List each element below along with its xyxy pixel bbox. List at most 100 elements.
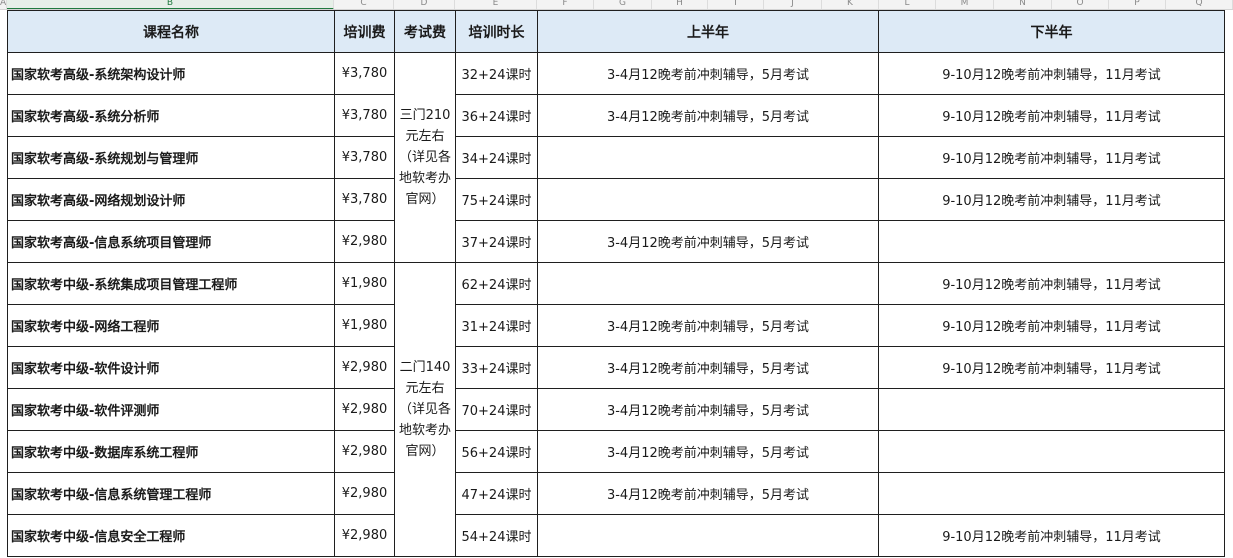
fee-cell[interactable]: ¥2,980 xyxy=(334,472,395,515)
second-half-cell[interactable] xyxy=(878,472,1225,515)
course-cell[interactable]: 国家软考高级-系统分析师 xyxy=(7,94,335,137)
hours-cell[interactable]: 34+24课时 xyxy=(455,136,538,179)
table-header-row: 课程名称 培训费 考试费 培训时长 上半年 下半年 xyxy=(7,10,1225,53)
course-cell[interactable]: 国家软考高级-系统规划与管理师 xyxy=(7,136,335,179)
column-letter-e[interactable]: E xyxy=(455,0,537,9)
table-row: 国家软考高级-系统架构设计师 ¥3,780 三门210元左右（详见各地软考办官网… xyxy=(7,52,1225,263)
second-half-cell[interactable]: 9-10月12晚考前冲刺辅导，11月考试 xyxy=(878,94,1225,137)
fee-cell[interactable]: ¥1,980 xyxy=(334,304,395,347)
table-row: 国家软考高级-系统分析师 ¥3,780 36+24课时 3-4月12晚考前冲刺辅… xyxy=(7,94,1225,137)
table-row: 国家软考高级-信息系统项目管理师 ¥2,980 37+24课时 3-4月12晚考… xyxy=(7,220,1225,263)
fee-cell[interactable]: ¥2,980 xyxy=(334,220,395,263)
first-half-cell[interactable]: 3-4月12晚考前冲刺辅导，5月考试 xyxy=(537,94,879,137)
course-cell[interactable]: 国家软考中级-信息安全工程师 xyxy=(7,514,335,557)
hours-cell[interactable]: 56+24课时 xyxy=(455,430,538,473)
fee-cell[interactable]: ¥2,980 xyxy=(334,388,395,431)
second-half-cell[interactable]: 9-10月12晚考前冲刺辅导，11月考试 xyxy=(878,178,1225,221)
table-row: 国家软考中级-信息系统管理工程师 ¥2,980 47+24课时 3-4月12晚考… xyxy=(7,472,1225,515)
column-letter-c[interactable]: C xyxy=(334,0,394,9)
course-cell[interactable]: 国家软考中级-信息系统管理工程师 xyxy=(7,472,335,515)
fee-cell[interactable]: ¥3,780 xyxy=(334,94,395,137)
column-letter-a[interactable]: A xyxy=(0,0,7,9)
course-cell[interactable]: 国家软考高级-系统架构设计师 xyxy=(7,52,335,95)
header-exam-fee[interactable]: 考试费 xyxy=(394,10,456,53)
first-half-cell[interactable]: 3-4月12晚考前冲刺辅导，5月考试 xyxy=(537,220,879,263)
column-letter-g[interactable]: G xyxy=(594,0,652,9)
second-half-cell[interactable] xyxy=(878,388,1225,431)
first-half-cell[interactable]: 3-4月12晚考前冲刺辅导，5月考试 xyxy=(537,388,879,431)
column-letter-l[interactable]: L xyxy=(879,0,936,9)
column-letter-b[interactable]: B xyxy=(7,0,334,9)
fee-cell[interactable]: ¥2,980 xyxy=(334,430,395,473)
table-row: 国家软考中级-网络工程师 ¥1,980 31+24课时 3-4月12晚考前冲刺辅… xyxy=(7,304,1225,347)
course-cell[interactable]: 国家软考高级-网络规划设计师 xyxy=(7,178,335,221)
column-letter-h[interactable]: H xyxy=(652,0,708,9)
first-half-cell[interactable] xyxy=(537,262,879,305)
column-letter-n[interactable]: N xyxy=(994,0,1052,9)
first-half-cell[interactable] xyxy=(537,136,879,179)
hours-cell[interactable]: 47+24课时 xyxy=(455,472,538,515)
course-cell[interactable]: 国家软考中级-系统集成项目管理工程师 xyxy=(7,262,335,305)
second-half-cell[interactable] xyxy=(878,220,1225,263)
fee-cell[interactable]: ¥3,780 xyxy=(334,52,395,95)
table-row: 国家软考高级-系统规划与管理师 ¥3,780 34+24课时 9-10月12晚考… xyxy=(7,136,1225,179)
first-half-cell[interactable] xyxy=(537,514,879,557)
header-first-half[interactable]: 上半年 xyxy=(537,10,879,53)
hours-cell[interactable]: 33+24课时 xyxy=(455,346,538,389)
course-cell[interactable]: 国家软考中级-软件设计师 xyxy=(7,346,335,389)
course-cell[interactable]: 国家软考中级-数据库系统工程师 xyxy=(7,430,335,473)
header-second-half[interactable]: 下半年 xyxy=(878,10,1225,53)
fee-cell[interactable]: ¥3,780 xyxy=(334,136,395,179)
hours-cell[interactable]: 37+24课时 xyxy=(455,220,538,263)
table-row: 国家软考中级-软件评测师 ¥2,980 70+24课时 3-4月12晚考前冲刺辅… xyxy=(7,388,1225,431)
column-letter-i[interactable]: I xyxy=(708,0,764,9)
first-half-cell[interactable]: 3-4月12晚考前冲刺辅导，5月考试 xyxy=(537,472,879,515)
table-row: 国家软考中级-数据库系统工程师 ¥2,980 56+24课时 3-4月12晚考前… xyxy=(7,430,1225,473)
second-half-cell[interactable]: 9-10月12晚考前冲刺辅导，11月考试 xyxy=(878,52,1225,95)
hours-cell[interactable]: 70+24课时 xyxy=(455,388,538,431)
first-half-cell[interactable]: 3-4月12晚考前冲刺辅导，5月考试 xyxy=(537,304,879,347)
course-cell[interactable]: 国家软考中级-网络工程师 xyxy=(7,304,335,347)
column-header-strip: A B C D E F G H I J K L M N O P Q xyxy=(0,0,1233,10)
column-letter-q[interactable]: Q xyxy=(1166,0,1233,9)
first-half-cell[interactable]: 3-4月12晚考前冲刺辅导，5月考试 xyxy=(537,430,879,473)
column-letter-k[interactable]: K xyxy=(822,0,879,9)
column-letter-f[interactable]: F xyxy=(537,0,594,9)
hours-cell[interactable]: 32+24课时 xyxy=(455,52,538,95)
fee-cell[interactable]: ¥1,980 xyxy=(334,262,395,305)
column-letter-p[interactable]: P xyxy=(1109,0,1166,9)
second-half-cell[interactable]: 9-10月12晚考前冲刺辅导，11月考试 xyxy=(878,514,1225,557)
second-half-cell[interactable]: 9-10月12晚考前冲刺辅导，11月考试 xyxy=(878,304,1225,347)
second-half-cell[interactable] xyxy=(878,430,1225,473)
course-cell[interactable]: 国家软考中级-软件评测师 xyxy=(7,388,335,431)
course-cell[interactable]: 国家软考高级-信息系统项目管理师 xyxy=(7,220,335,263)
header-course[interactable]: 课程名称 xyxy=(7,10,335,53)
fee-cell[interactable]: ¥2,980 xyxy=(334,346,395,389)
first-half-cell[interactable] xyxy=(537,178,879,221)
header-duration[interactable]: 培训时长 xyxy=(455,10,538,53)
column-letter-j[interactable]: J xyxy=(764,0,822,9)
second-half-cell[interactable]: 9-10月12晚考前冲刺辅导，11月考试 xyxy=(878,262,1225,305)
column-letter-m[interactable]: M xyxy=(936,0,994,9)
exam-fee-cell-intermediate[interactable]: 二门140元左右（详见各地软考办官网） xyxy=(394,262,456,557)
first-half-cell[interactable]: 3-4月12晚考前冲刺辅导，5月考试 xyxy=(537,52,879,95)
column-letter-d[interactable]: D xyxy=(394,0,455,9)
hours-cell[interactable]: 75+24课时 xyxy=(455,178,538,221)
hours-cell[interactable]: 54+24课时 xyxy=(455,514,538,557)
fee-cell[interactable]: ¥3,780 xyxy=(334,178,395,221)
hours-cell[interactable]: 36+24课时 xyxy=(455,94,538,137)
second-half-cell[interactable]: 9-10月12晚考前冲刺辅导，11月考试 xyxy=(878,346,1225,389)
table-row: 国家软考中级-系统集成项目管理工程师 ¥1,980 二门140元左右（详见各地软… xyxy=(7,262,1225,557)
table-row: 国家软考中级-软件设计师 ¥2,980 33+24课时 3-4月12晚考前冲刺辅… xyxy=(7,346,1225,389)
table-row: 国家软考高级-网络规划设计师 ¥3,780 75+24课时 9-10月12晚考前… xyxy=(7,178,1225,221)
exam-fee-cell-senior[interactable]: 三门210元左右（详见各地软考办官网） xyxy=(394,52,456,263)
first-half-cell[interactable]: 3-4月12晚考前冲刺辅导，5月考试 xyxy=(537,346,879,389)
table-row: 国家软考中级-信息安全工程师 ¥2,980 54+24课时 9-10月12晚考前… xyxy=(7,514,1225,557)
header-training-fee[interactable]: 培训费 xyxy=(334,10,395,53)
hours-cell[interactable]: 31+24课时 xyxy=(455,304,538,347)
course-table: 课程名称 培训费 考试费 培训时长 上半年 下半年 国家软考高级-系统架构设计师… xyxy=(7,10,1225,557)
fee-cell[interactable]: ¥2,980 xyxy=(334,514,395,557)
hours-cell[interactable]: 62+24课时 xyxy=(455,262,538,305)
column-letter-o[interactable]: O xyxy=(1052,0,1109,9)
second-half-cell[interactable]: 9-10月12晚考前冲刺辅导，11月考试 xyxy=(878,136,1225,179)
